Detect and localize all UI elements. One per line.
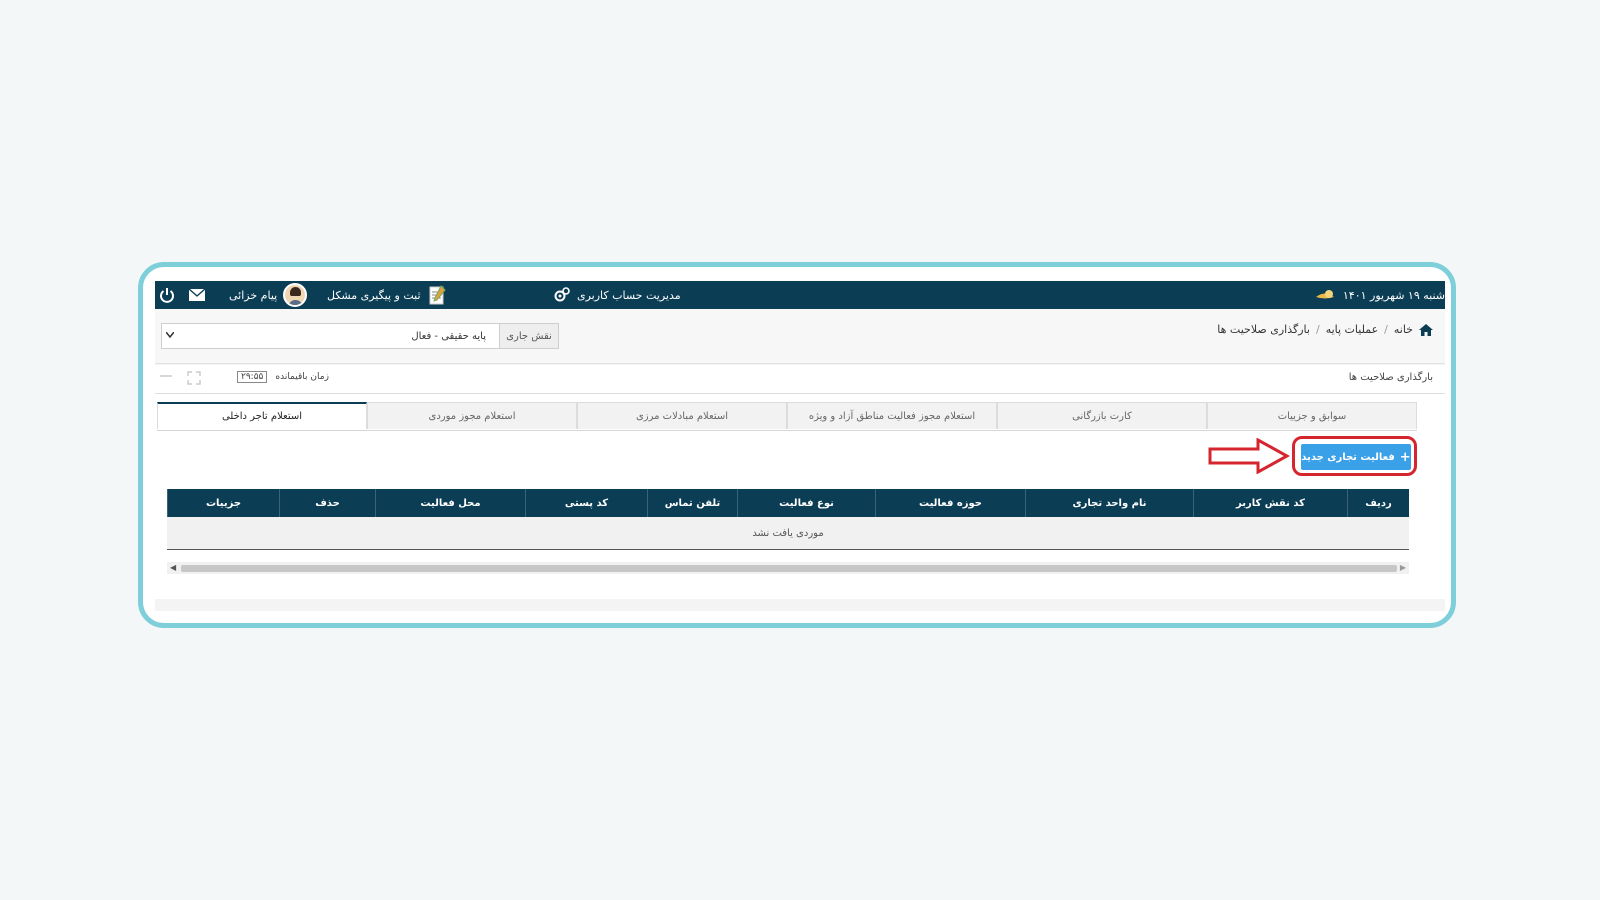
col-activity-area[interactable]: حوزه فعالیت: [875, 489, 1025, 517]
panel-title: بارگذاری صلاحیت ها: [1348, 372, 1433, 383]
col-details[interactable]: جزییات: [167, 489, 279, 517]
tab-case-permit[interactable]: استعلام مجوز موردی: [367, 402, 577, 429]
col-delete[interactable]: حذف: [279, 489, 375, 517]
scroll-left-icon[interactable]: ◀: [170, 563, 176, 572]
breadcrumb: خانه / عملیات پایه / بارگذاری صلاحیت ها: [1217, 323, 1433, 336]
panel-tools: [159, 371, 201, 388]
role-label: نقش جاری: [499, 324, 558, 348]
tab-bar: سوابق و جزییات کارت بازرگانی استعلام مجو…: [157, 402, 1417, 431]
tab-domestic-trader[interactable]: استعلام تاجر داخلی: [157, 402, 367, 429]
date-display: شنبه ۱۹ شهریور ۱۴۰۱: [1313, 281, 1445, 309]
moon-icon: [1313, 288, 1337, 302]
envelope-icon: [189, 289, 205, 301]
breadcrumb-separator: /: [1384, 323, 1388, 336]
top-navbar: شنبه ۱۹ شهریور ۱۴۰۱ مدیریت حساب کاربری ث…: [155, 281, 1445, 309]
account-management-link[interactable]: مدیریت حساب کاربری: [553, 281, 681, 309]
scroll-right-icon[interactable]: ▶: [1400, 563, 1406, 572]
timer-value: ۲۹:۵۵: [237, 371, 268, 383]
chevron-down-icon: [165, 330, 175, 341]
issue-tracking-label: ثبت و پیگیری مشکل: [327, 288, 421, 302]
breadcrumb-separator: /: [1315, 323, 1320, 336]
home-icon[interactable]: [1419, 323, 1433, 336]
col-postal-code[interactable]: کد پستی: [525, 489, 647, 517]
tab-commerce-card[interactable]: کارت بازرگانی: [997, 402, 1207, 429]
col-role-code[interactable]: کد نقش کاربر: [1193, 489, 1347, 517]
role-select[interactable]: نقش جاری پایه حقیقی - فعال: [161, 323, 559, 349]
session-timer: زمان باقیمانده ۲۹:۵۵: [237, 371, 329, 383]
arrow-pointer-icon: [1208, 437, 1291, 478]
screenshot-frame: شنبه ۱۹ شهریور ۱۴۰۱ مدیریت حساب کاربری ث…: [138, 262, 1456, 628]
col-row[interactable]: ردیف: [1347, 489, 1409, 517]
notepad-icon: [427, 284, 447, 306]
breadcrumb-home[interactable]: خانه: [1394, 323, 1413, 336]
panel-header: بارگذاری صلاحیت ها زمان باقیمانده ۲۹:۵۵: [155, 365, 1445, 394]
issue-tracking-link[interactable]: ثبت و پیگیری مشکل: [327, 281, 447, 309]
timer-label: زمان باقیمانده: [275, 372, 329, 382]
fullscreen-icon[interactable]: [187, 371, 201, 388]
user-name: پیام خزائی: [229, 288, 278, 302]
tab-free-zone-permit[interactable]: استعلام مجوز فعالیت مناطق آزاد و ویژه: [787, 402, 997, 429]
account-management-label: مدیریت حساب کاربری: [577, 288, 681, 302]
new-button-label: فعالیت تجاری جدید: [1301, 451, 1395, 463]
data-table: ردیف کد نقش کاربر نام واحد تجاری حوزه فع…: [167, 489, 1409, 550]
app-screen: شنبه ۱۹ شهریور ۱۴۰۱ مدیریت حساب کاربری ث…: [155, 281, 1445, 611]
empty-message: موردی یافت نشد: [167, 517, 1409, 550]
col-activity-type[interactable]: نوع فعالیت: [737, 489, 875, 517]
breadcrumb-ops[interactable]: عملیات پایه: [1326, 323, 1378, 336]
power-icon: [159, 287, 175, 303]
breadcrumb-page: بارگذاری صلاحیت ها: [1217, 323, 1310, 336]
horizontal-scrollbar[interactable]: ◀ ▶: [167, 562, 1409, 574]
panel-body: سوابق و جزییات کارت بازرگانی استعلام مجو…: [155, 394, 1445, 599]
toolbar-row: خانه / عملیات پایه / بارگذاری صلاحیت ها …: [155, 309, 1445, 364]
collapse-icon[interactable]: [159, 371, 173, 388]
new-business-activity-button[interactable]: + فعالیت تجاری جدید: [1301, 444, 1411, 470]
col-phone[interactable]: تلفن تماس: [647, 489, 737, 517]
col-location[interactable]: محل فعالیت: [375, 489, 525, 517]
tab-history[interactable]: سوابق و جزییات: [1207, 402, 1417, 429]
messages-button[interactable]: [189, 281, 205, 309]
table-header: ردیف کد نقش کاربر نام واحد تجاری حوزه فع…: [167, 489, 1409, 517]
plus-icon: +: [1399, 449, 1411, 465]
user-profile[interactable]: پیام خزائی: [229, 281, 308, 309]
scrollbar-thumb[interactable]: [181, 565, 1397, 572]
date-text: شنبه ۱۹ شهریور ۱۴۰۱: [1342, 288, 1445, 302]
tab-border-exchange[interactable]: استعلام مبادلات مرزی: [577, 402, 787, 429]
logout-button[interactable]: [159, 281, 175, 309]
col-business-name[interactable]: نام واحد تجاری: [1025, 489, 1193, 517]
avatar: [283, 283, 308, 307]
role-value: پایه حقیقی - فعال: [411, 330, 486, 342]
gears-icon: [553, 286, 571, 304]
